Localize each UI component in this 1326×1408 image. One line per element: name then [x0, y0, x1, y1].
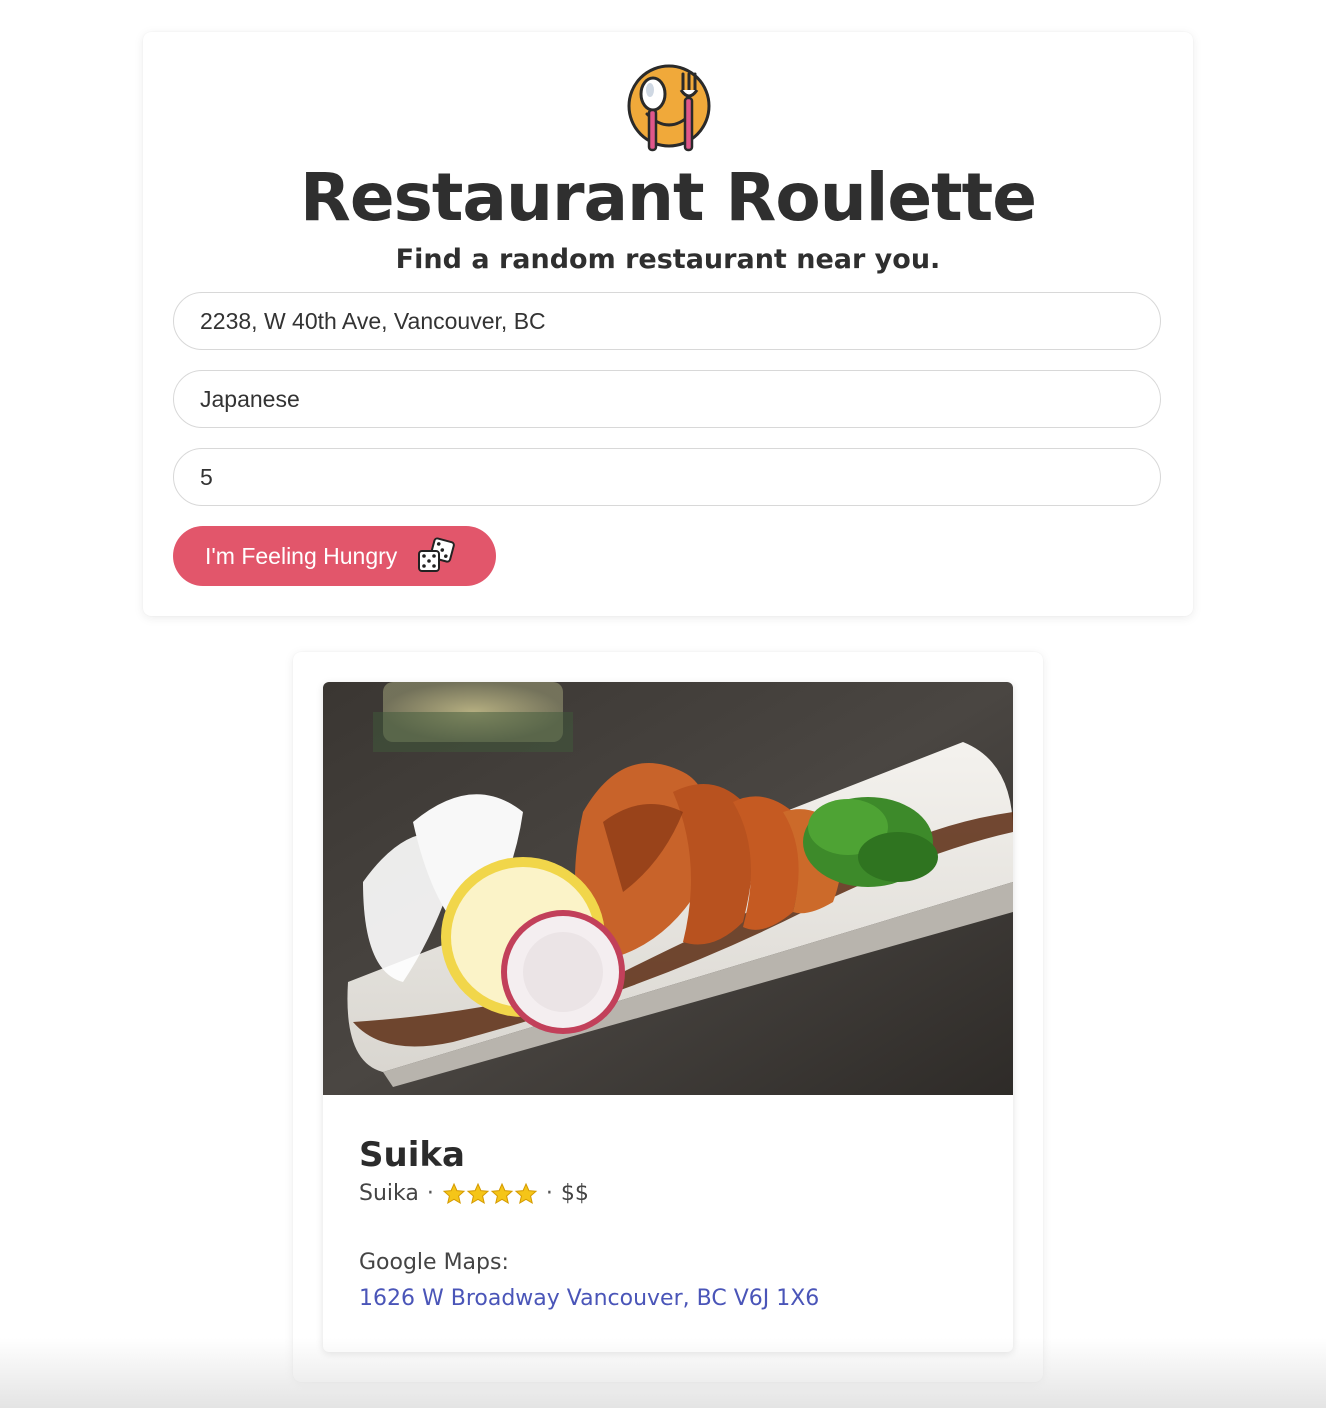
search-card: Restaurant Roulette Find a random restau…	[143, 32, 1193, 616]
restaurant-photo	[323, 682, 1013, 1095]
radius-input[interactable]	[173, 448, 1161, 506]
location-input[interactable]	[173, 292, 1161, 350]
restaurant-name: Suika	[359, 1135, 465, 1175]
restaurant-card[interactable]: Suika Suika · · $$ Google Maps: 1626 W B…	[323, 682, 1013, 1352]
restaurant-meta: Suika · · $$	[359, 1178, 589, 1210]
result-container: Suika Suika · · $$ Google Maps: 1626 W B…	[293, 652, 1043, 1382]
maps-label: Google Maps:	[359, 1250, 509, 1275]
star-icon	[442, 1182, 466, 1205]
star-icon	[466, 1182, 490, 1205]
feeling-hungry-button[interactable]: I'm Feeling Hungry	[173, 526, 496, 586]
dice-icon	[418, 537, 456, 572]
maps-address-link[interactable]: 1626 W Broadway Vancouver, BC V6J 1X6	[359, 1283, 819, 1315]
app-title: Restaurant Roulette	[300, 159, 1037, 236]
cuisine-input[interactable]	[173, 370, 1161, 428]
page: Restaurant Roulette Find a random restau…	[0, 0, 1326, 1408]
star-icon	[514, 1182, 538, 1205]
price-level: $$	[560, 1181, 589, 1206]
separator: ·	[426, 1181, 434, 1206]
app-subtitle: Find a random restaurant near you.	[395, 244, 941, 275]
separator: ·	[545, 1181, 553, 1206]
star-icon	[490, 1182, 514, 1205]
feeling-hungry-label: I'm Feeling Hungry	[205, 542, 398, 569]
smiling-plate-icon	[627, 64, 711, 152]
restaurant-subname: Suika	[359, 1181, 419, 1206]
star-rating	[442, 1182, 538, 1206]
